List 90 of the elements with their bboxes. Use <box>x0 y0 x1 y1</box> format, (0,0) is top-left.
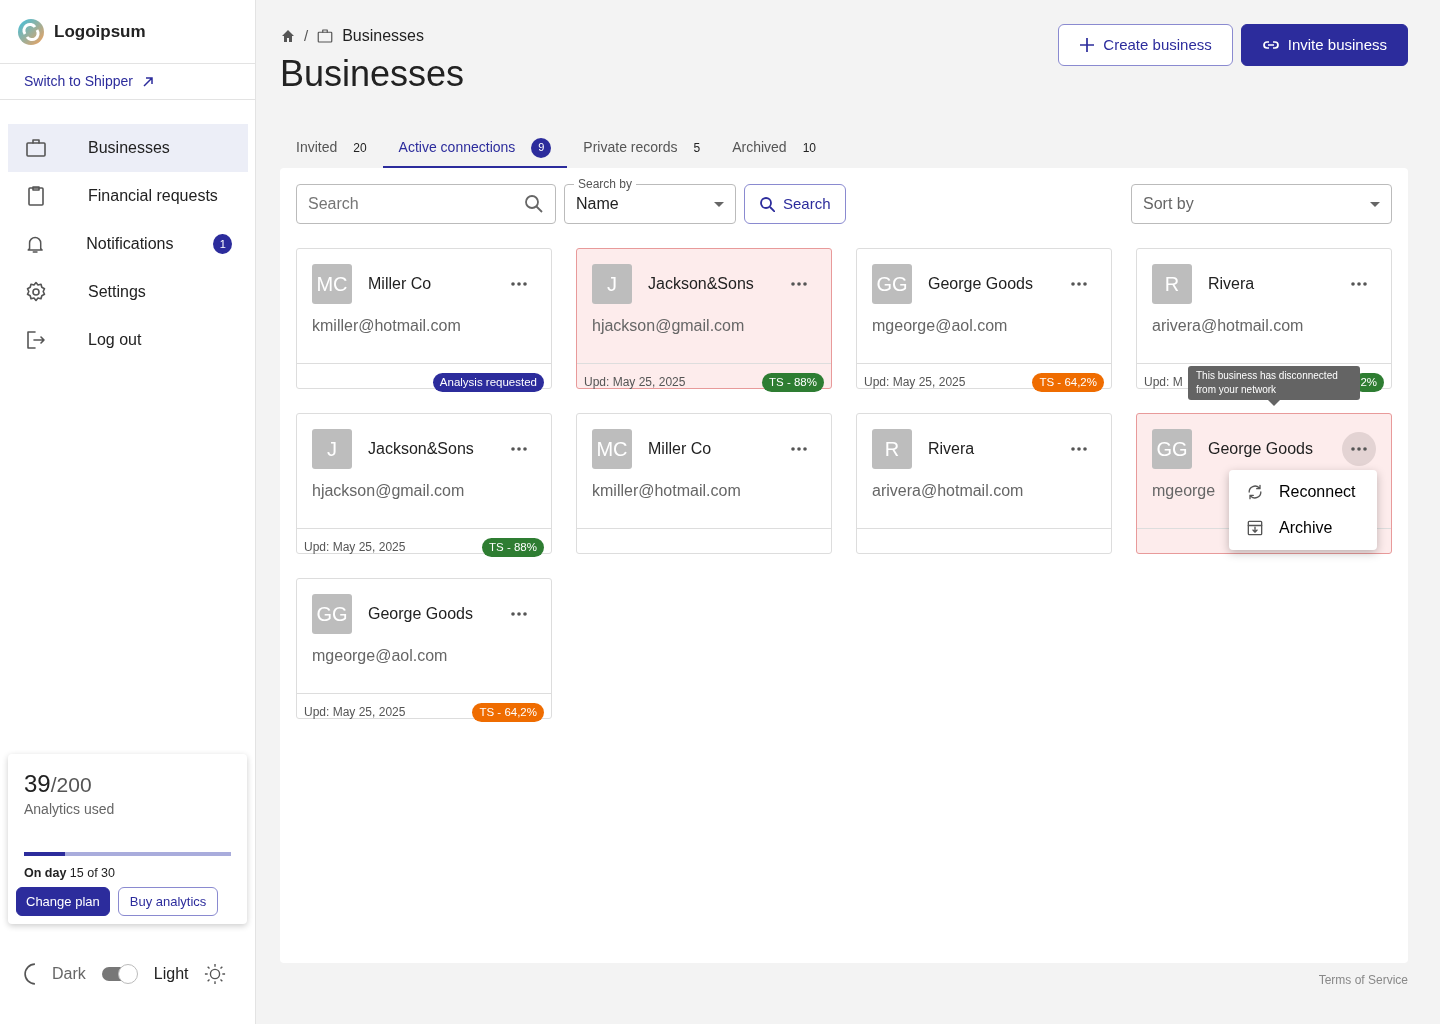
business-email: arivera@hotmail.com <box>1152 317 1304 335</box>
plus-icon <box>1079 37 1096 53</box>
avatar: R <box>872 429 912 470</box>
more-icon <box>791 282 807 287</box>
avatar: GG <box>872 264 912 305</box>
tab[interactable]: Archived 10 <box>716 129 832 169</box>
business-name: Miller Co <box>648 439 713 460</box>
business-email: mgeorge@aol.com <box>872 317 1008 335</box>
menu-item[interactable]: Reconnect <box>1229 474 1377 511</box>
business-name: George Goods <box>368 604 474 625</box>
breadcrumb-separator: / <box>304 25 309 46</box>
theme-toggle[interactable] <box>101 964 138 984</box>
page-title: Businesses <box>280 52 465 96</box>
brand-name: Logoipsum <box>54 20 146 43</box>
logout-icon <box>24 328 48 352</box>
light-label: Light <box>153 964 189 984</box>
business-email: hjackson@gmail.com <box>592 317 745 335</box>
nav-item[interactable]: Settings <box>8 268 248 316</box>
more-icon <box>1071 282 1087 287</box>
change-plan-button[interactable]: Change plan <box>16 886 110 916</box>
business-name: Jackson&Sons <box>368 439 475 460</box>
moon-icon <box>24 963 36 985</box>
usage-count: 39/200 <box>23 769 93 799</box>
updated-date: Upd: M <box>1144 374 1183 392</box>
search-icon <box>759 196 775 213</box>
nav-item[interactable]: Notifications 1 <box>8 220 248 268</box>
more-button[interactable] <box>1342 432 1376 467</box>
nav-item[interactable]: Log out <box>8 316 248 364</box>
nav-item[interactable]: Financial requests <box>8 172 248 220</box>
updated-date: Upd: May 25, 2025 <box>864 374 966 392</box>
updated-date: Upd: May 25, 2025 <box>304 539 406 557</box>
switch-link[interactable]: Switch to Shipper <box>24 71 155 92</box>
business-email: mgeorge@aol.com <box>312 647 448 665</box>
avatar: GG <box>312 594 352 635</box>
business-email: mgeorge <box>1152 482 1216 500</box>
search-button[interactable]: Search <box>744 184 846 225</box>
business-email: hjackson@gmail.com <box>312 482 465 500</box>
create-business-button[interactable]: Create business <box>1058 24 1233 66</box>
business-name: Miller Co <box>368 274 433 295</box>
caret-icon <box>1370 201 1380 207</box>
business-name: George Goods <box>1208 439 1314 460</box>
updated-date: Upd: May 25, 2025 <box>304 704 406 722</box>
business-name: Jackson&Sons <box>648 274 755 295</box>
dark-label: Dark <box>52 964 86 984</box>
avatar: J <box>312 429 352 470</box>
business-email: kmiller@hotmail.com <box>592 482 741 500</box>
business-name: Rivera <box>928 439 976 460</box>
search-field[interactable]: Search <box>296 184 556 225</box>
nav-item[interactable]: Businesses <box>8 124 248 172</box>
sort-dropdown[interactable]: Sort by <box>1131 184 1392 225</box>
business-email: arivera@hotmail.com <box>872 482 1024 500</box>
status-tag: Analysis requested <box>432 372 544 392</box>
score-tag: TS - 88% <box>482 537 544 557</box>
score-tag: TS - 64,2% <box>1032 372 1104 392</box>
tooltip: This business has disconnected from your network <box>1188 366 1360 407</box>
breadcrumb-current: Businesses <box>316 24 424 48</box>
more-icon <box>1351 282 1367 287</box>
business-name: Rivera <box>1208 274 1256 295</box>
avatar: R <box>1152 264 1192 305</box>
business-email: kmiller@hotmail.com <box>312 317 461 335</box>
search-icon <box>524 194 544 215</box>
tab[interactable]: Invited 20 <box>280 129 383 169</box>
more-icon <box>511 612 527 617</box>
briefcase-icon <box>316 27 335 45</box>
score-tag: TS - 88% <box>762 372 824 392</box>
buy-analytics-button[interactable]: Buy analytics <box>117 886 219 916</box>
avatar: MC <box>312 264 352 305</box>
logo-icon <box>16 16 46 47</box>
more-icon <box>1351 447 1367 452</box>
sun-icon <box>204 963 227 985</box>
notification-count: 1 <box>213 234 232 254</box>
caret-icon <box>714 201 724 207</box>
usage-caption: Analytics used <box>23 799 116 819</box>
more-icon <box>511 447 527 452</box>
invite-business-button[interactable]: Invite business <box>1240 24 1408 66</box>
more-icon <box>791 447 807 452</box>
more-icon <box>511 282 527 287</box>
day-progress-text: On day 15 of 30 <box>23 864 117 882</box>
updated-date: Upd: May 25, 2025 <box>584 374 686 392</box>
avatar: J <box>592 264 632 305</box>
menu-item[interactable]: Archive <box>1229 510 1377 547</box>
score-tag: TS - 64,2% <box>472 702 544 722</box>
more-icon <box>1071 447 1087 452</box>
gear-icon <box>24 280 48 304</box>
home-icon <box>280 28 296 44</box>
avatar: MC <box>592 429 632 470</box>
briefcase-icon <box>24 136 48 160</box>
business-name: George Goods <box>928 274 1034 295</box>
avatar: GG <box>1152 429 1192 470</box>
tab[interactable]: Private records 5 <box>567 129 717 169</box>
